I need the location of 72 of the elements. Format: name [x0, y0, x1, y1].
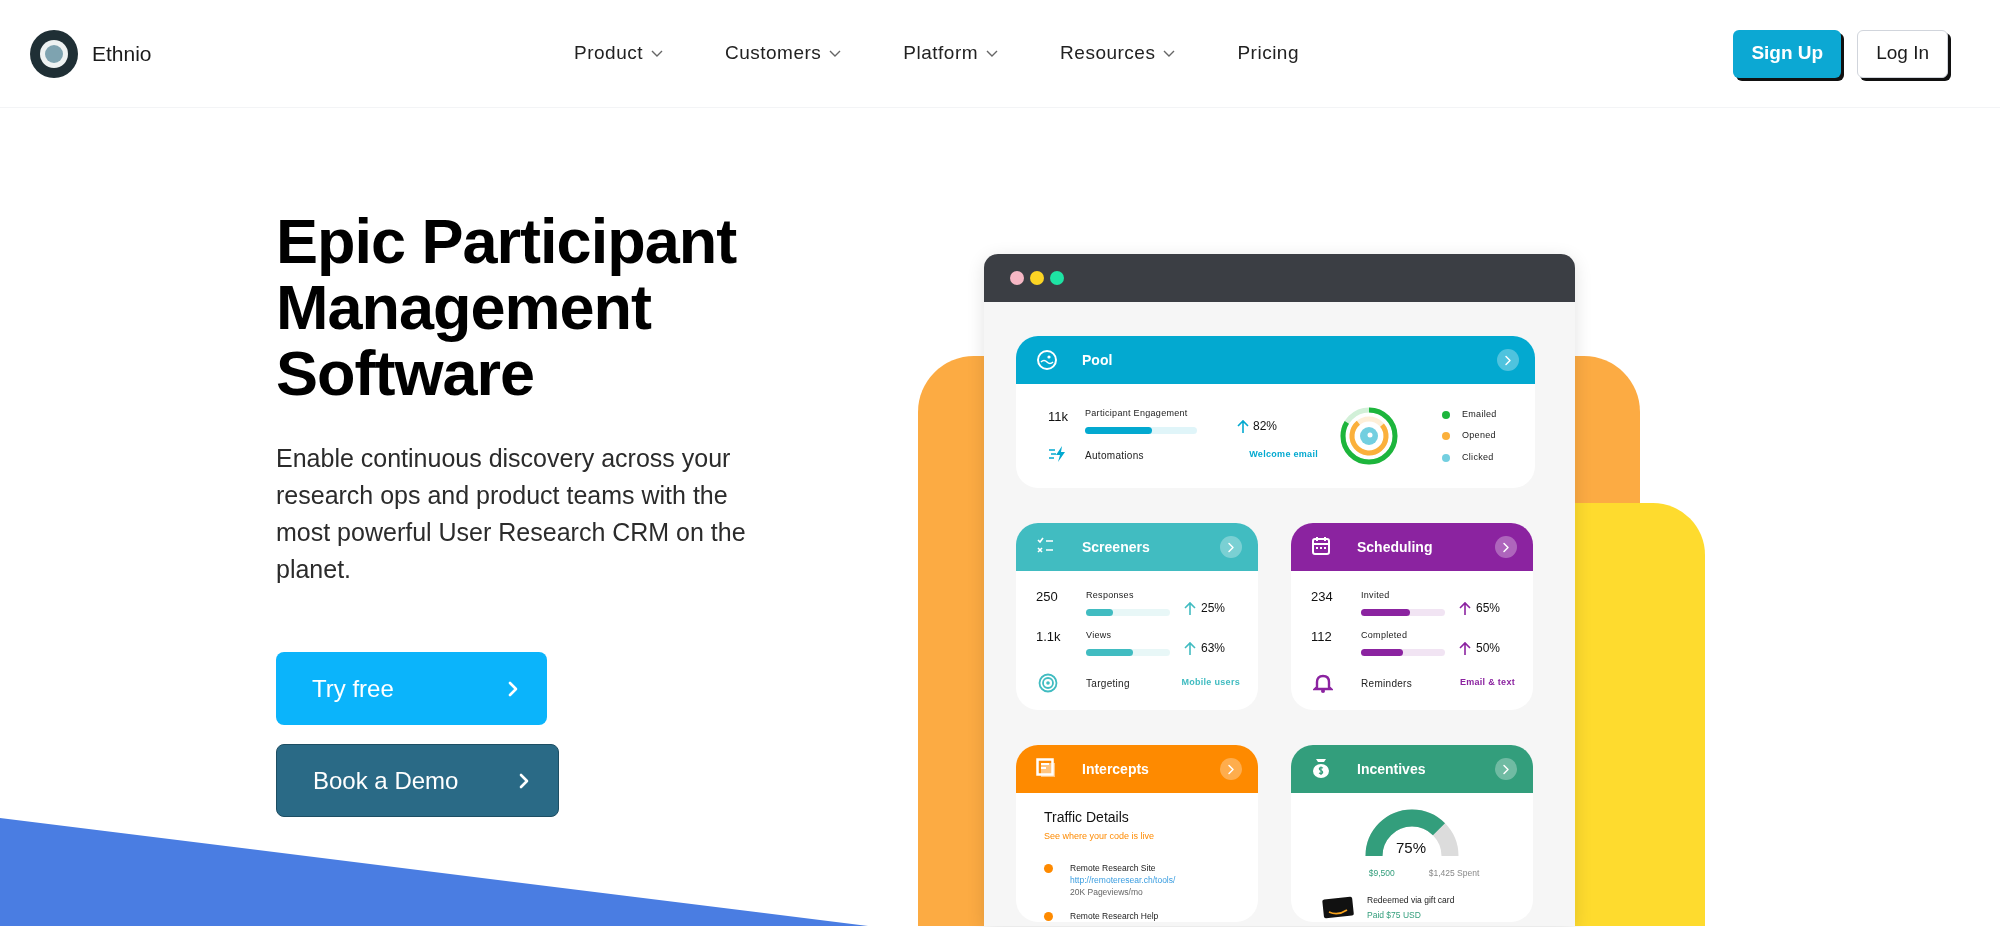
- footer-link[interactable]: Email & text: [1459, 676, 1515, 690]
- nav-link[interactable]: Platform: [903, 39, 999, 68]
- gauge-percent: 75%: [1396, 838, 1427, 858]
- chevron-right-icon: [1502, 541, 1510, 553]
- site-link[interactable]: http://remoteresear.ch/tools/: [1070, 873, 1176, 886]
- bell-icon: [1313, 673, 1333, 693]
- stat-label: Invited: [1361, 589, 1391, 602]
- chevron-right-icon: [518, 772, 530, 789]
- wave-circle-icon: [1036, 349, 1058, 371]
- calendar-icon: [1311, 536, 1333, 558]
- card-title: Screeners: [1082, 537, 1151, 557]
- chevron-right-icon: [1227, 763, 1235, 775]
- chevron-right-icon: [1502, 763, 1510, 775]
- redemption-label: Redeemed via gift card: [1367, 893, 1455, 907]
- footer-label: Reminders: [1361, 676, 1414, 691]
- card-header[interactable]: Incentives: [1291, 745, 1533, 793]
- change-value: 50%: [1476, 640, 1501, 657]
- gift-card-icon: [1321, 894, 1355, 921]
- hero-title: Epic Participant Management Software: [276, 208, 738, 406]
- chevron-right-icon: [1227, 541, 1235, 553]
- section-subheading: See where your code is live: [1044, 830, 1156, 843]
- book-demo-button[interactable]: Book a Demo: [276, 744, 559, 817]
- target-icon: [1038, 673, 1058, 693]
- hero-description: Enable continuous discovery across your research ops and product teams with the most powerful User Research CRM on the planet.: [276, 443, 747, 585]
- change-value: 82%: [1253, 418, 1278, 435]
- site-stat: 20K Pageviews/mo: [1070, 885, 1144, 898]
- arrow-up-icon: [1184, 600, 1196, 616]
- budget-total: $9,500: [1368, 867, 1395, 880]
- arrow-up-icon: [1459, 640, 1471, 656]
- chevron-right-icon: [507, 680, 519, 697]
- card-title: Incentives: [1357, 759, 1427, 779]
- stat-value: 234: [1311, 588, 1334, 606]
- document-icon: [1036, 758, 1058, 780]
- change-value: 25%: [1201, 600, 1226, 617]
- chevron-button[interactable]: [1495, 758, 1517, 780]
- budget-spent: $1,425 Spent: [1428, 867, 1480, 880]
- legend-label: Emailed: [1462, 407, 1497, 421]
- change-value: 65%: [1476, 600, 1501, 617]
- nav-link[interactable]: Product: [574, 39, 663, 68]
- legend-label: Clicked: [1462, 450, 1494, 464]
- footer-label: Automations: [1085, 448, 1145, 463]
- arrow-up-icon: [1459, 600, 1471, 616]
- logo-icon[interactable]: [30, 29, 78, 78]
- nav-link[interactable]: Resources: [1060, 39, 1176, 68]
- chevron-button[interactable]: [1495, 536, 1517, 558]
- stat-value: 112: [1311, 628, 1333, 646]
- site-name: Remote Research Help: [1070, 909, 1159, 922]
- arrow-up-icon: [1184, 640, 1196, 656]
- stat-value: 250: [1036, 588, 1059, 606]
- nav-link[interactable]: Customers: [725, 39, 842, 68]
- arrow-up-icon: [1237, 418, 1249, 434]
- chevron-right-icon: [1504, 354, 1512, 366]
- log-in-button[interactable]: Log In: [1857, 29, 1948, 78]
- stat-value: 11k: [1048, 408, 1069, 426]
- stat-label: Participant Engagement: [1085, 407, 1189, 420]
- brand-name[interactable]: Ethnio: [92, 37, 152, 70]
- site-name: Remote Research Site: [1070, 861, 1157, 874]
- payment-amount: Paid $75 USD: [1367, 908, 1422, 922]
- footer-label: Targeting: [1086, 676, 1131, 691]
- card-header[interactable]: Scheduling: [1291, 523, 1533, 571]
- stat-label: Responses: [1086, 589, 1135, 602]
- stat-value: 1.1k: [1036, 628, 1062, 646]
- donut-drawing: [1338, 405, 1400, 467]
- stat-label: Views: [1086, 629, 1113, 642]
- stat-label: Completed: [1361, 629, 1409, 642]
- nav-link[interactable]: Pricing: [1237, 39, 1299, 68]
- card-title: Scheduling: [1357, 537, 1434, 557]
- section-heading: Traffic Details: [1044, 808, 1130, 827]
- legend-label: Opened: [1462, 429, 1496, 443]
- change-value: 63%: [1201, 640, 1226, 657]
- card-title: Pool: [1082, 350, 1114, 370]
- card-title: Intercepts: [1082, 759, 1150, 779]
